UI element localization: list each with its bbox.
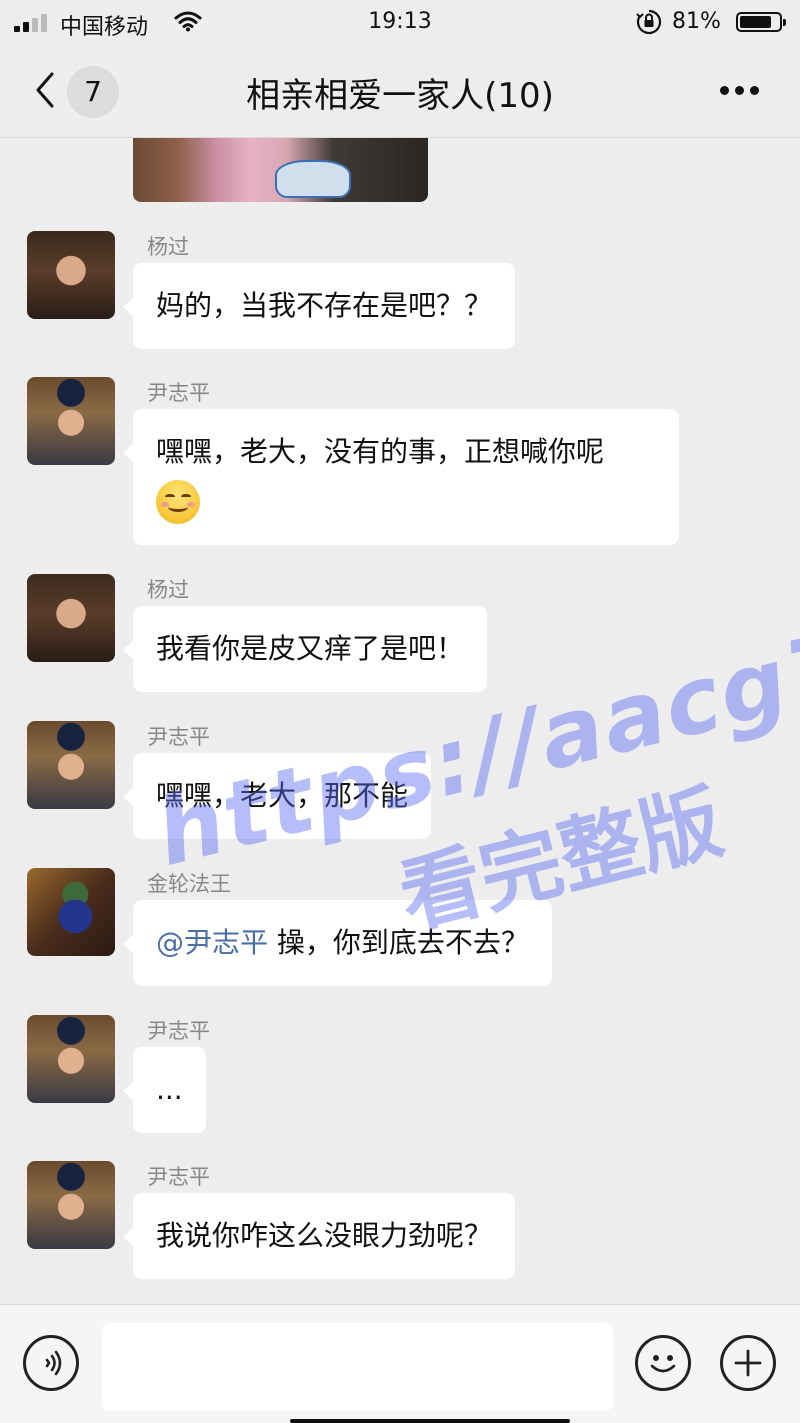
chat-title: 相亲相爱一家人(10) xyxy=(246,76,554,116)
message-bubble[interactable]: 我看你是皮又痒了是吧！ xyxy=(122,606,488,692)
message-bubble[interactable]: 嘿嘿，老大，没有的事，正想喊你呢 xyxy=(123,409,679,545)
image-message[interactable] xyxy=(133,138,428,202)
message-list[interactable]: 杨过 妈的，当我不存在是吧？？ 尹志平 嘿嘿，老大，没有的事，正想喊你呢 杨过 … xyxy=(0,138,800,1304)
sender-name: 尹志平 xyxy=(147,1019,210,1043)
avatar[interactable] xyxy=(27,1015,115,1103)
sender-name: 尹志平 xyxy=(147,1165,210,1189)
avatar[interactable] xyxy=(27,231,115,319)
sender-name: 尹志平 xyxy=(147,381,210,405)
message-bubble[interactable]: 我说你咋这么没眼力劲呢？ xyxy=(122,1193,516,1279)
home-indicator xyxy=(290,1419,570,1423)
message-input[interactable] xyxy=(102,1323,613,1411)
battery-icon xyxy=(736,12,786,32)
input-bar xyxy=(0,1304,800,1423)
sender-name: 金轮法王 xyxy=(147,872,231,896)
voice-icon[interactable] xyxy=(23,1335,79,1391)
message-text: 我看你是皮又痒了是吧！ xyxy=(156,632,465,665)
message-text: 嘿嘿，老大，那不能 xyxy=(156,779,409,812)
avatar[interactable] xyxy=(27,868,115,956)
message-text: 操，你到底去不去？ xyxy=(268,926,529,959)
sender-name: 尹志平 xyxy=(147,725,210,749)
nav-bar: 7 相亲相爱一家人(10) xyxy=(0,44,800,138)
plus-icon[interactable] xyxy=(720,1335,776,1391)
status-bar: 中国移动 19:13 81% xyxy=(0,0,800,44)
avatar[interactable] xyxy=(27,1161,115,1249)
avatar[interactable] xyxy=(27,377,115,465)
emoji-icon[interactable] xyxy=(635,1335,691,1391)
message-text: 我说你咋这么没眼力劲呢？ xyxy=(156,1219,493,1252)
message-bubble[interactable]: ... xyxy=(123,1047,206,1133)
more-icon[interactable] xyxy=(718,86,762,96)
message-bubble[interactable]: @尹志平 操，你到底去不去？ xyxy=(123,900,552,986)
teapot-image xyxy=(275,160,351,198)
sender-name: 杨过 xyxy=(147,578,189,602)
orientation-lock-icon xyxy=(636,9,662,35)
avatar[interactable] xyxy=(27,574,115,662)
message-bubble[interactable]: 嘿嘿，老大，那不能 xyxy=(122,753,432,839)
avatar[interactable] xyxy=(27,721,115,809)
sender-name: 杨过 xyxy=(147,235,189,259)
battery-percent: 81% xyxy=(672,9,721,34)
message-text: 妈的，当我不存在是吧？？ xyxy=(156,289,493,322)
message-text: 嘿嘿，老大，没有的事，正想喊你呢 xyxy=(156,435,605,468)
message-text: ... xyxy=(156,1073,183,1106)
message-bubble[interactable]: 妈的，当我不存在是吧？？ xyxy=(122,263,516,349)
mention-link[interactable]: @尹志平 xyxy=(156,926,268,959)
smile-emoji-icon xyxy=(156,480,200,524)
